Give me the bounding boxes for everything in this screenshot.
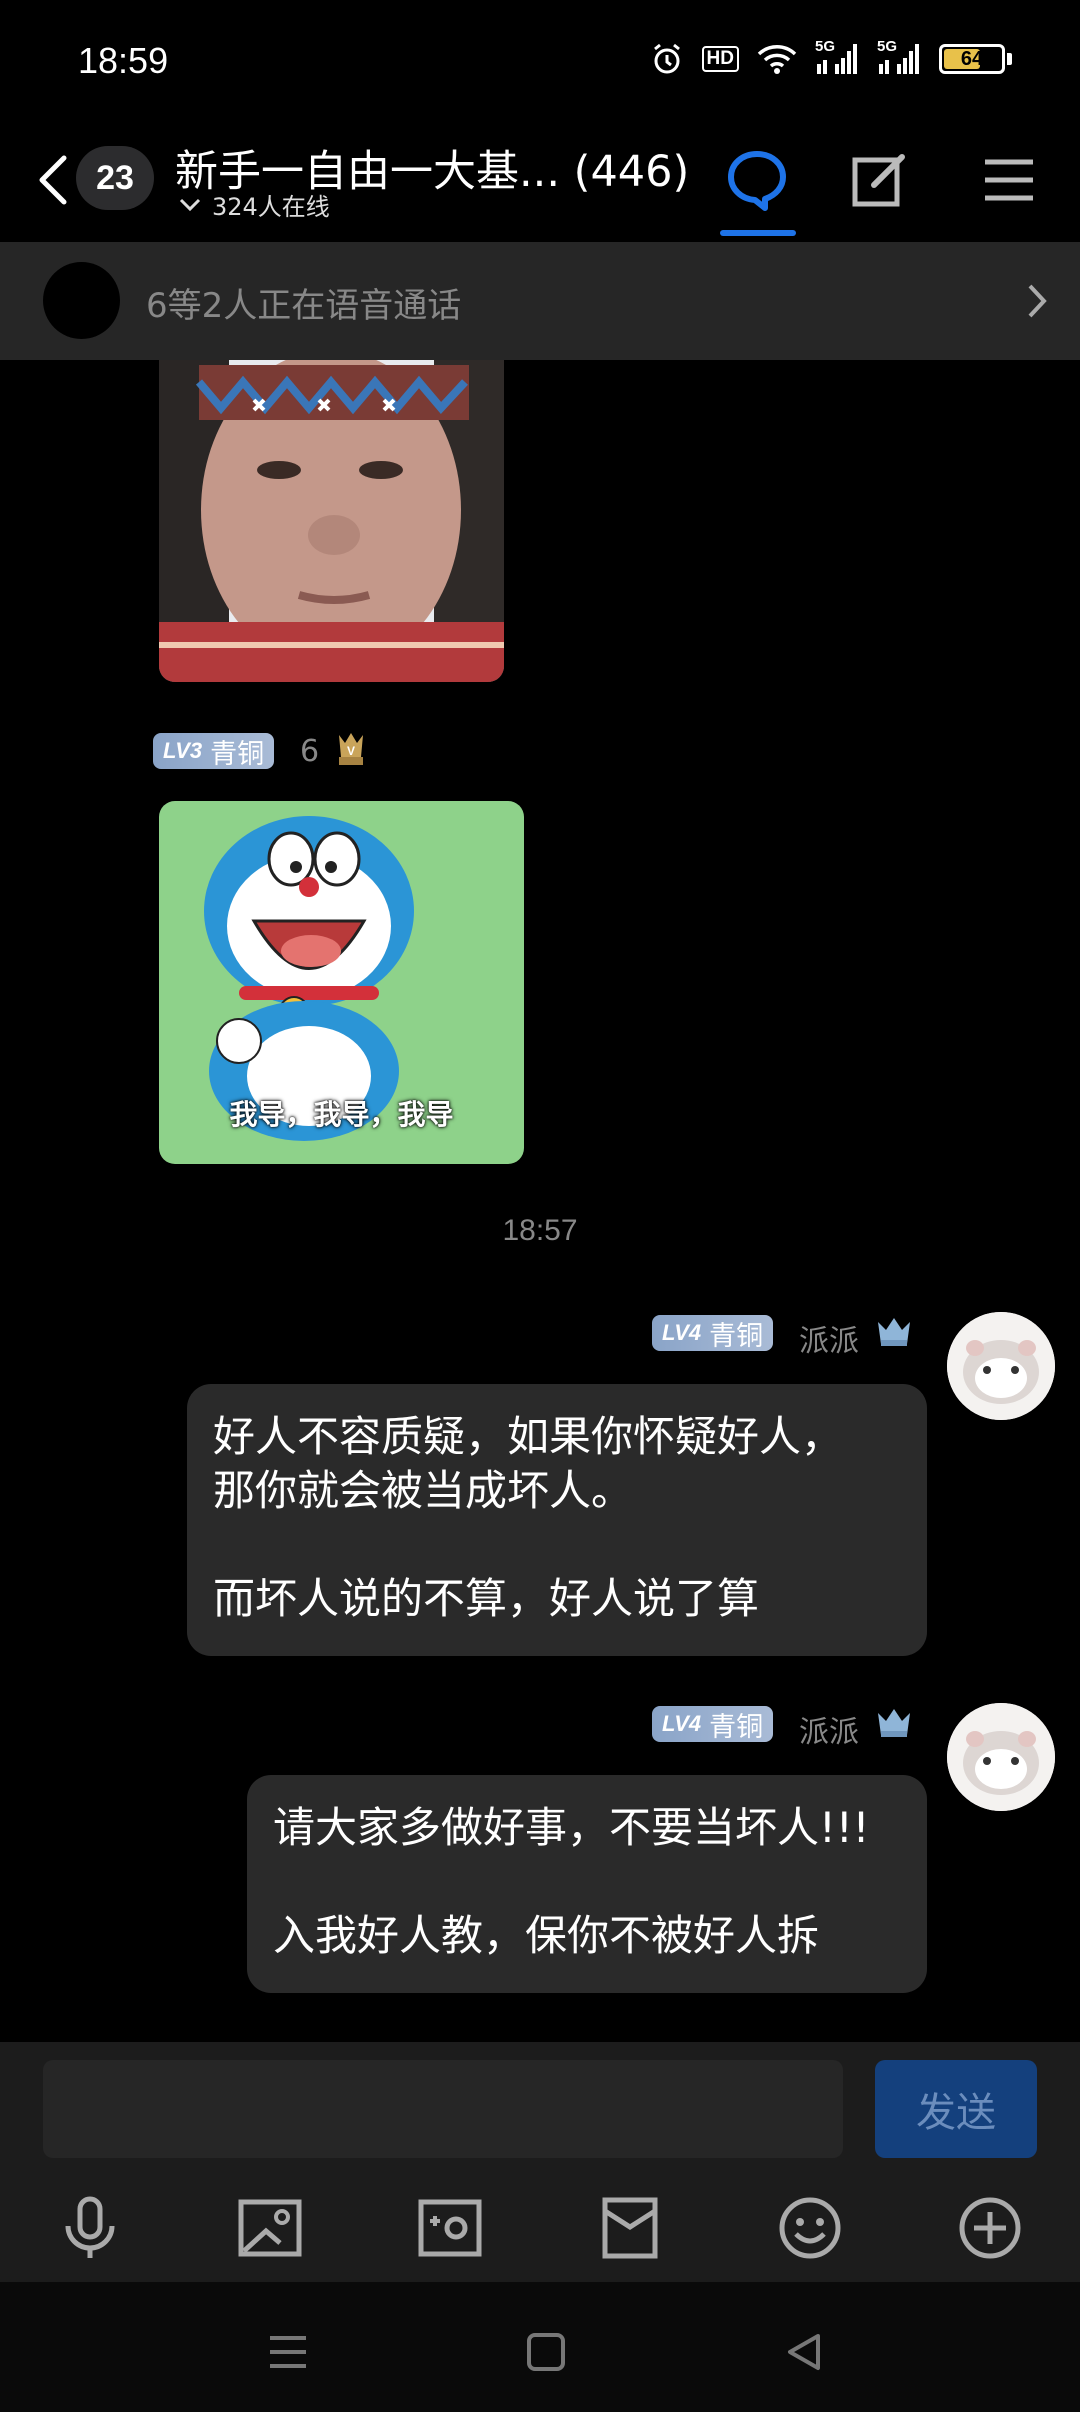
sender-name[interactable]: 派派 [799,1316,859,1360]
text-message-bubble[interactable]: 请大家多做好事，不要当坏人!!! 入我好人教，保你不被好人拆 [247,1775,927,1993]
emoji-icon [779,2197,841,2259]
camera-icon [418,2199,482,2257]
back-button[interactable] [774,2322,834,2382]
signal-icon-2: 5G [877,38,921,76]
silver-crown-icon [878,1318,910,1346]
avatar[interactable] [947,1312,1055,1420]
menu-lines-icon [270,2336,306,2368]
svg-text:V: V [347,744,355,758]
recents-button[interactable] [258,2322,318,2382]
emoji-button[interactable] [770,2188,850,2268]
level-badge: LV4 青铜 [652,1315,774,1352]
rank-label: 青铜 [210,738,265,770]
bronze-medal-icon: V [339,733,363,765]
red-packet-icon [602,2197,658,2259]
back-arrow-icon[interactable] [32,150,72,210]
unread-count-badge[interactable]: 23 [76,146,154,210]
level-badge: LV3 青铜 [153,733,275,770]
message-list[interactable]: LV3 青铜 6 V 我导，我导，我导 18:57 LV4 青铜 派派 好人不容… [0,360,1080,2042]
status-time: 18:59 [78,40,169,81]
chevron-right-icon [1028,284,1047,318]
back-triangle-icon [788,2334,820,2370]
level-label: LV4 [662,1711,702,1736]
square-icon [527,2333,565,2371]
voice-call-banner[interactable]: 6等2人正在语音通话 [0,242,1080,360]
level-label: LV3 [163,738,203,763]
voice-call-text: 6等2人正在语音通话 [146,286,462,326]
chat-header: 23 新手一自由一大基... (446) 324人在线 [0,125,1080,242]
plus-circle-icon [959,2197,1021,2259]
level-badge: LV4 青铜 [652,1706,774,1743]
online-count[interactable]: 324人在线 [178,187,330,222]
more-button[interactable] [950,2188,1030,2268]
camera-button[interactable] [410,2188,490,2268]
system-nav-bar [0,2282,1080,2412]
rank-label: 青铜 [709,1711,764,1743]
chat-tab-icon[interactable] [722,145,792,215]
photo-button[interactable] [230,2188,310,2268]
sticker-message[interactable]: 我导，我导，我导 [159,801,524,1164]
photo-image [159,360,504,682]
battery-indicator: 64 [939,44,1012,74]
time-separator: 18:57 [502,1214,578,1247]
voice-input-button[interactable] [50,2188,130,2268]
avatar[interactable] [947,1703,1055,1811]
status-bar: 18:59 HD 5G 5G 64 [0,0,1080,125]
active-tab-indicator [720,230,796,236]
alarm-icon [653,43,680,74]
sticker-caption: 我导，我导，我导 [229,1098,454,1131]
battery-icon: 64 [939,44,1005,74]
avatar [43,262,120,339]
online-count-label: 324人在线 [212,193,330,221]
composer: 发送 [0,2042,1080,2282]
chevron-down-icon [179,198,201,211]
sender-name[interactable]: 派派 [799,1707,859,1751]
sender-name[interactable]: 6 [300,734,319,769]
silver-crown-icon [878,1709,910,1737]
hamster-avatar-image [947,1312,1055,1420]
signal-icon-1: 5G [815,38,859,76]
hamster-avatar-image [947,1703,1055,1811]
edit-icon[interactable] [844,145,914,215]
text-message-bubble[interactable]: 好人不容质疑，如果你怀疑好人， 那你就会被当成坏人。 而坏人说的不算，好人说了算 [187,1384,927,1656]
status-icons: HD 5G 5G 64 [650,38,1012,76]
hd-icon: HD [701,46,739,72]
red-packet-button[interactable] [590,2188,670,2268]
wifi-icon [757,45,797,74]
menu-icon[interactable] [974,145,1044,215]
message-input[interactable] [43,2060,843,2158]
image-message[interactable] [159,360,504,682]
image-icon [238,2199,302,2257]
level-label: LV4 [662,1320,702,1345]
battery-level: 64 [960,47,984,70]
rank-label: 青铜 [709,1320,764,1352]
microphone-icon [65,2196,115,2258]
send-button[interactable]: 发送 [875,2060,1037,2158]
home-button[interactable] [516,2322,576,2382]
